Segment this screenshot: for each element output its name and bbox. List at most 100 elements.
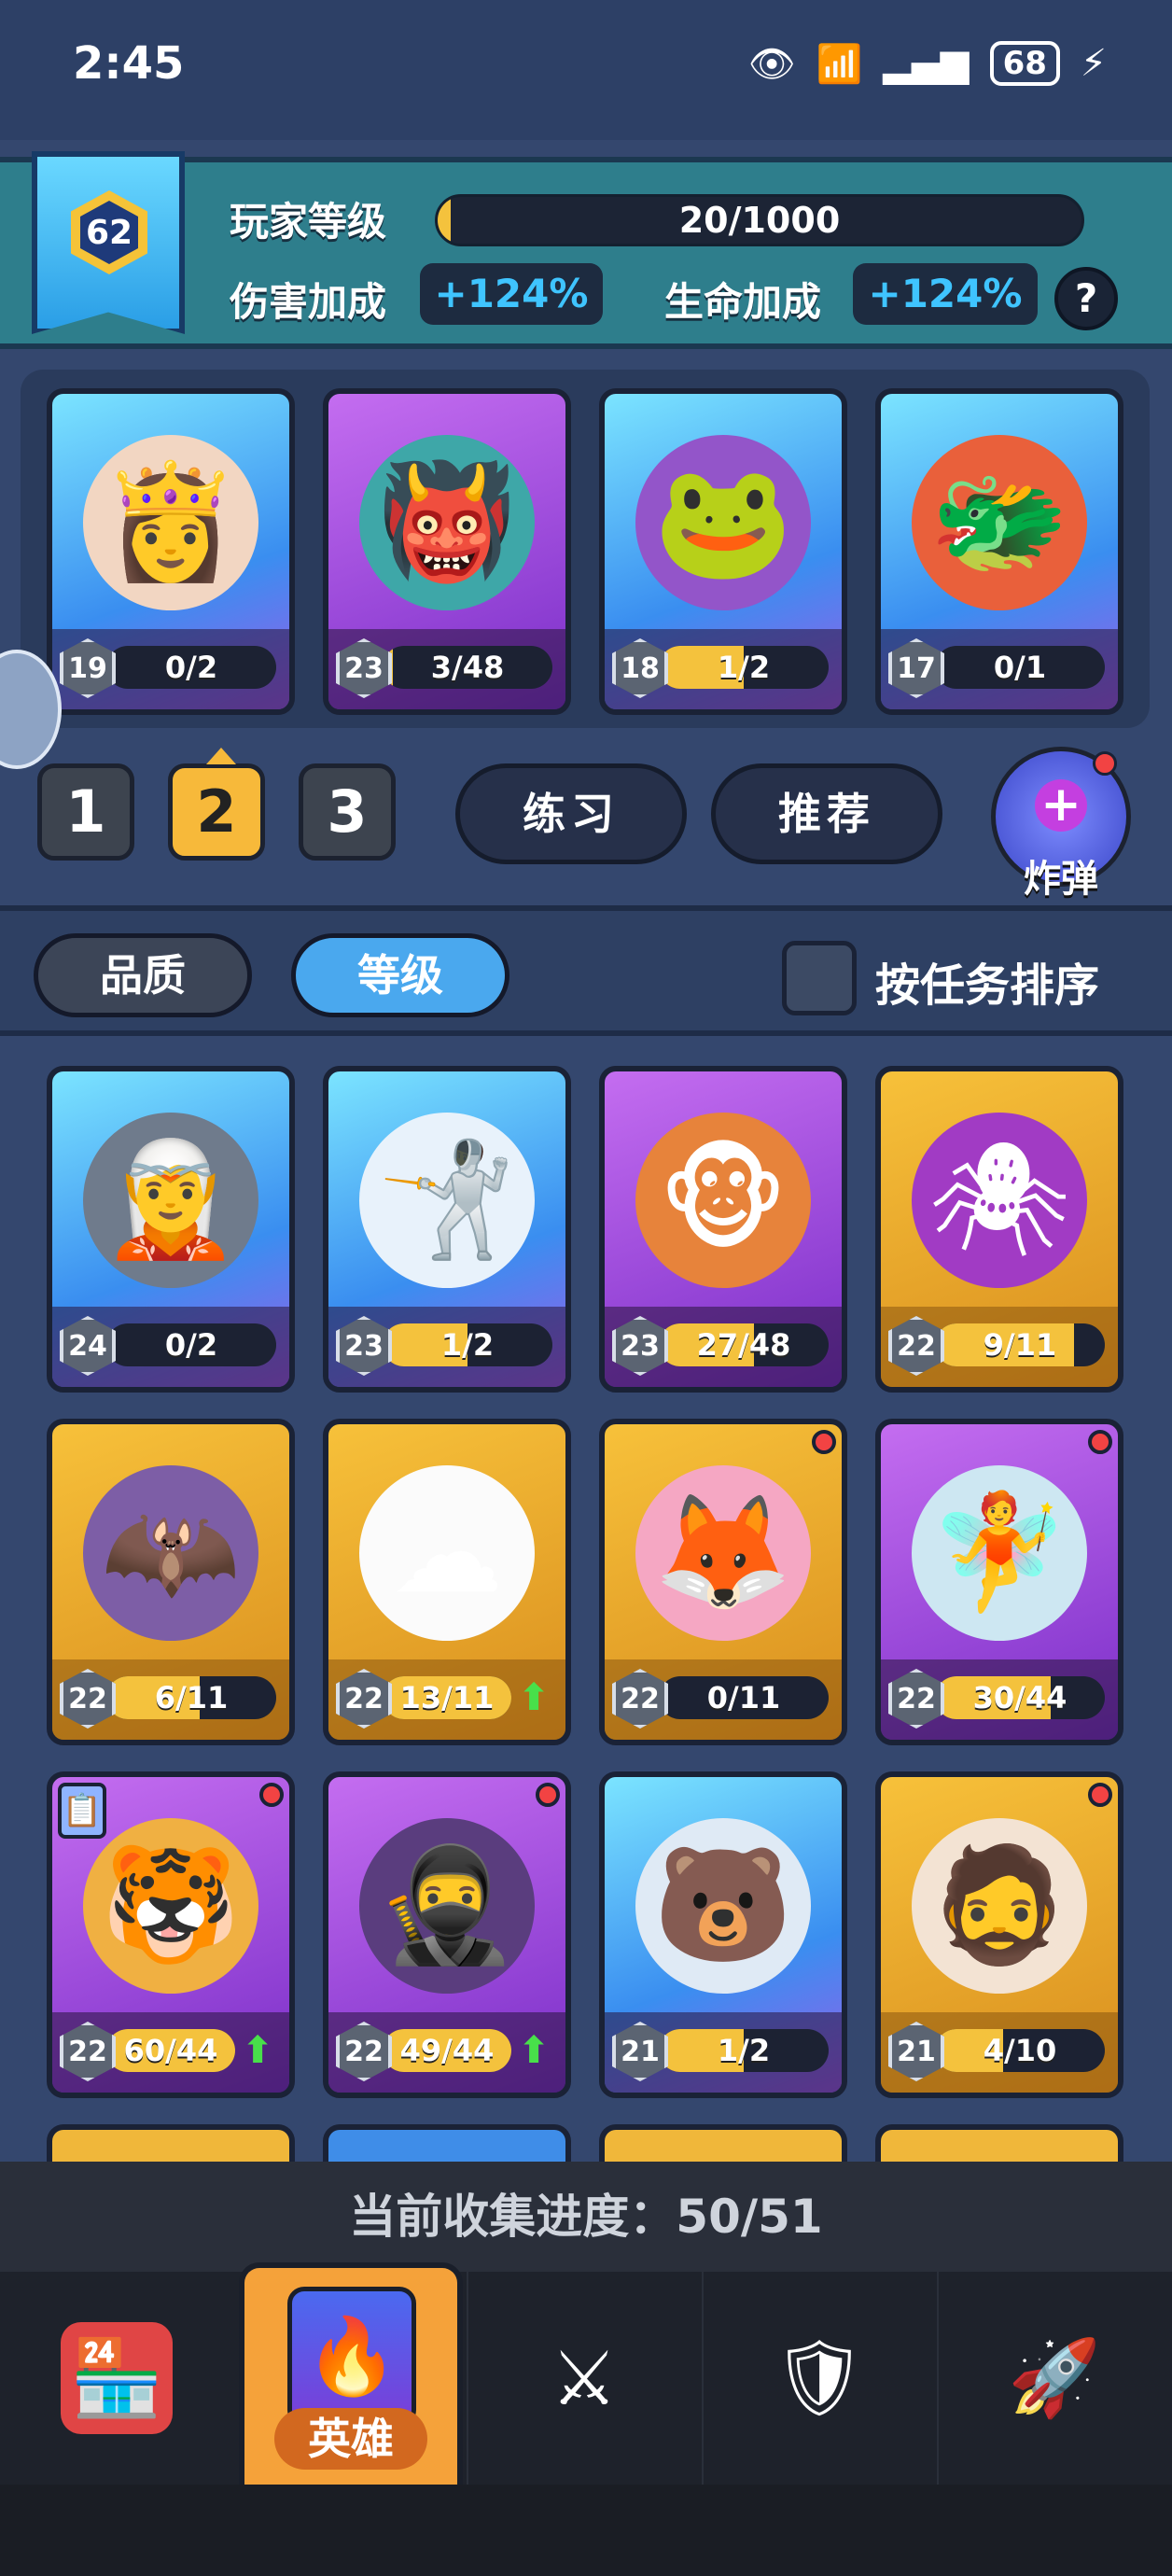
hero-old-dwarf-icon: 🧔 (912, 1818, 1087, 1994)
team-tab-1[interactable]: 1 (37, 763, 134, 861)
hero-card[interactable]: 🧝 0/2 24 (47, 1066, 295, 1393)
player-level-badge[interactable]: 62 (32, 151, 185, 334)
hero-card-progress-text: 1/2 (440, 1327, 495, 1363)
bottom-navigation: 🏪 ⚔ 🛡 🚀 🔥 英雄 (0, 2262, 1172, 2485)
hero-cloud-icon: ☁ (359, 1465, 535, 1641)
hero-card-progress-text: 0/2 (164, 650, 218, 685)
eye-icon: 👁 (747, 42, 796, 86)
hero-card[interactable]: 🦇 6/11 22 (47, 1419, 295, 1745)
player-level-label: 玩家等级 (230, 199, 387, 245)
upgrade-arrow-icon: ⬆ (518, 1676, 550, 1719)
player-exp-bar: 20/1000 (435, 194, 1084, 246)
hero-polar-bear-icon: 🐻 (635, 1818, 811, 1994)
hero-card-progress-bar: 0/11 (659, 1676, 829, 1719)
hero-card-progress-text: 1/2 (717, 2033, 771, 2068)
team-hero-card[interactable]: 🐲 0/1 17 (875, 388, 1123, 715)
team-hero-card[interactable]: 🐸 1/2 18 (599, 388, 847, 715)
hero-card[interactable]: 🧚 30/44 22 (875, 1419, 1123, 1745)
hero-card-progress-bar: 6/11 (106, 1676, 276, 1719)
notification-dot (1088, 1783, 1112, 1807)
health-bonus-label: 生命加成 (664, 279, 822, 325)
hero-card-progress-bar: 1/2 (659, 646, 829, 689)
sort-by-level-button[interactable]: 等级 (291, 933, 509, 1017)
hero-card[interactable]: 🐵 27/48 23 (599, 1066, 847, 1393)
hero-card-partial[interactable] (875, 2124, 1123, 2162)
nav-event[interactable]: 🚀 (937, 2272, 1170, 2485)
hero-card-progress-bar: 0/1 (935, 646, 1105, 689)
notification-dot (1088, 1430, 1112, 1454)
hero-card[interactable]: 🤺 1/2 23 (323, 1066, 571, 1393)
hero-card-progress-bar: 30/44 (935, 1676, 1105, 1719)
hero-card-progress-text: 3/48 (430, 650, 505, 685)
signal-icon: ▂▄▆ (883, 42, 970, 85)
hero-card[interactable]: 🕷 9/11 22 (875, 1066, 1123, 1393)
sort-by-task-label: 按任务排序 (875, 959, 1100, 1012)
hero-card-progress-text: 0/11 (706, 1680, 781, 1715)
player-info-panel: 62 玩家等级 20/1000 伤害加成 +124% 生命加成 +124% ? (0, 151, 1172, 349)
hero-card-progress-bar: 0/2 (106, 646, 276, 689)
team-hero-card[interactable]: 👸 0/2 19 (47, 388, 295, 715)
bomb-notification-dot (1093, 751, 1117, 776)
sort-by-quality-button[interactable]: 品质 (34, 933, 252, 1017)
nav-hero-label: 英雄 (274, 2408, 427, 2470)
damage-bonus-value: +124% (420, 263, 603, 325)
nav-battle[interactable]: ⚔ (467, 2272, 700, 2485)
hero-card-partial[interactable] (47, 2124, 295, 2162)
hero-fire-monkey-icon: 🐵 (635, 1113, 811, 1288)
hero-ice-elf-icon: 🧝 (83, 1113, 258, 1288)
nav-clan[interactable]: 🛡 (702, 2272, 935, 2485)
hero-card-progress-text: 60/44 (123, 2033, 218, 2068)
hero-card[interactable]: 🧔 4/10 21 (875, 1771, 1123, 2098)
team-hero-card[interactable]: 👹 3/48 23 (323, 388, 571, 715)
help-button[interactable]: ? (1054, 267, 1118, 330)
hero-card-progress-text: 9/11 (983, 1327, 1057, 1363)
shop-icon: 🏪 (61, 2322, 173, 2434)
recommend-button[interactable]: 推荐 (711, 763, 942, 864)
hero-card[interactable]: 🥷 49/44 22 ⬆ (323, 1771, 571, 2098)
upgrade-arrow-icon: ⬆ (518, 2029, 550, 2072)
hero-fox-girl-icon: 🦊 (635, 1465, 811, 1641)
team-tab-2[interactable]: 2 (168, 748, 265, 861)
notification-dot (259, 1783, 284, 1807)
hero-orc-pirate-icon: 👹 (359, 435, 535, 610)
nav-hero-tab[interactable]: 🔥 英雄 (239, 2262, 463, 2485)
hero-card-progress-text: 30/44 (972, 1680, 1067, 1715)
practice-button[interactable]: 练习 (455, 763, 687, 864)
hero-card-progress-text: 49/44 (399, 2033, 495, 2068)
hero-card[interactable]: 🐯 60/44 22 ⬆ 📋 (47, 1771, 295, 2098)
hero-tiger-pirate-icon: 🐯 (83, 1818, 258, 1994)
system-home-area (0, 2485, 1172, 2576)
hero-card-partial[interactable] (599, 2124, 847, 2162)
status-icons: 👁 📶 ▂▄▆ 68 ⚡ (748, 37, 1107, 90)
hero-ice-knight-icon: 🤺 (359, 1113, 535, 1288)
player-exp-text: 20/1000 (678, 200, 841, 241)
damage-bonus-label: 伤害加成 (230, 279, 387, 325)
hero-flame-icon: 🔥 (287, 2287, 416, 2427)
bomb-button[interactable]: + 炸弹 (991, 747, 1131, 901)
hero-card[interactable]: 🐻 1/2 21 (599, 1771, 847, 2098)
notification-dot (812, 1430, 836, 1454)
status-bar: 2:45 👁 📶 ▂▄▆ 68 ⚡ (0, 0, 1172, 140)
task-clipboard-icon: 📋 (58, 1783, 106, 1839)
hero-bat-icon: 🦇 (83, 1465, 258, 1641)
hero-card-progress-bar: 27/48 (659, 1323, 829, 1366)
hero-card-partial[interactable] (323, 2124, 571, 2162)
hero-card-progress-bar: 1/2 (383, 1323, 552, 1366)
hero-card[interactable]: ☁ 13/11 22 ⬆ (323, 1419, 571, 1745)
hero-card-progress-text: 0/2 (164, 1327, 218, 1363)
hero-card[interactable]: 🦊 0/11 22 (599, 1419, 847, 1745)
hero-frog-icon: 🐸 (635, 435, 811, 610)
nav-shop[interactable]: 🏪 (0, 2272, 233, 2485)
collection-progress: 当前收集进度：50/51 (0, 2162, 1172, 2272)
hero-card-progress-bar: 3/48 (383, 646, 552, 689)
team-tab-3[interactable]: 3 (299, 763, 396, 861)
sort-by-task-checkbox[interactable] (782, 941, 857, 1015)
charging-icon: ⚡ (1080, 42, 1107, 85)
hero-spider-icon: 🕷 (912, 1113, 1087, 1288)
hero-card-progress-bar: 4/10 (935, 2029, 1105, 2072)
hero-card-progress-bar: 1/2 (659, 2029, 829, 2072)
sort-bar: 品质 等级 按任务排序 (0, 905, 1172, 1036)
crossed-swords-icon: ⚔ (551, 2334, 618, 2422)
hero-card-progress-bar: 60/44 (106, 2029, 235, 2072)
hero-card-progress-bar: 49/44 (383, 2029, 511, 2072)
